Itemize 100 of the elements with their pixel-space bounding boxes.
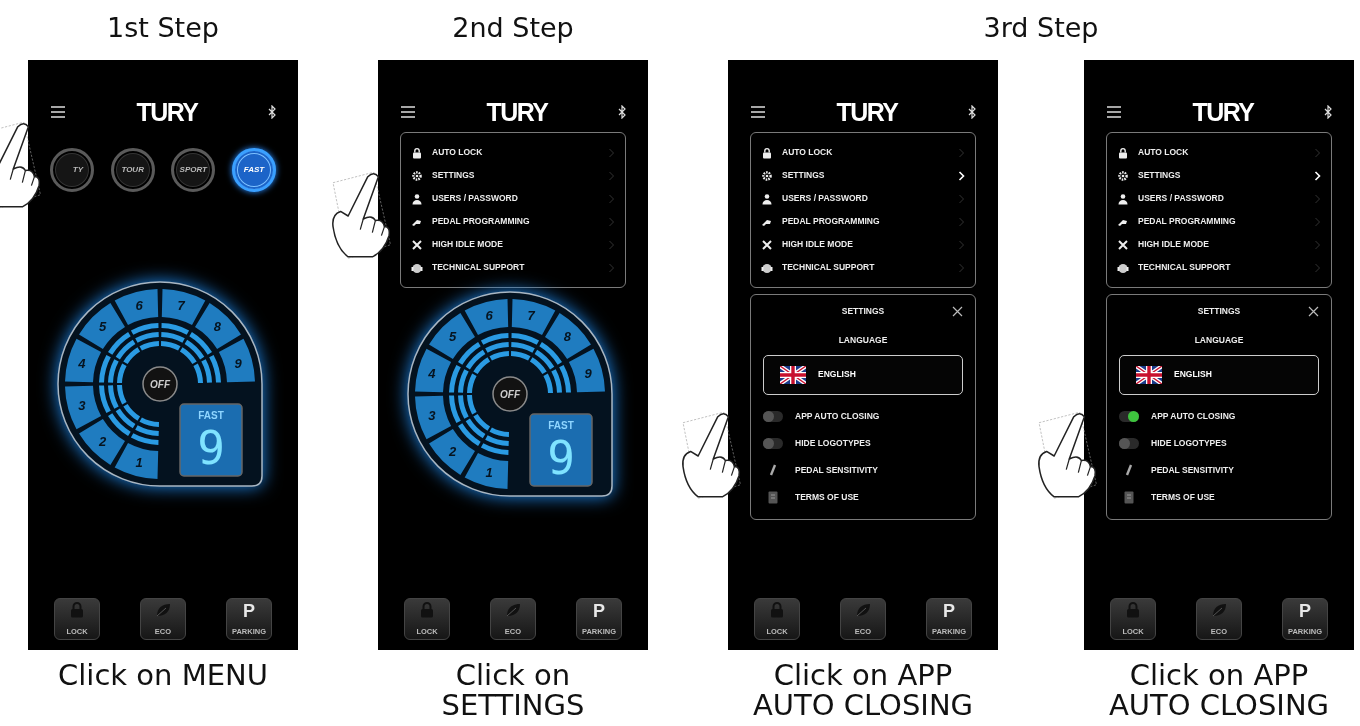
bluetooth-icon	[1324, 105, 1332, 119]
menu-item[interactable]: AUTO LOCK	[1138, 146, 1189, 159]
logo-text: TURY	[836, 99, 898, 125]
menu-item[interactable]: HIGH IDLE MODE	[782, 238, 853, 251]
caption: Click on APP AUTO CLOSING	[1107, 660, 1331, 721]
dial-number: 5	[449, 329, 457, 345]
document-icon	[1124, 490, 1134, 504]
menu-icon[interactable]	[750, 105, 766, 119]
flag-icon	[1136, 365, 1162, 384]
headset-icon	[1117, 261, 1129, 274]
setting-link[interactable]: TERMS OF USE	[795, 490, 859, 504]
pedal-icon	[769, 464, 777, 476]
menu-item[interactable]: TECHNICAL SUPPORT	[432, 261, 525, 274]
language-button[interactable]: ENGLISH	[763, 354, 963, 395]
bluetooth-icon	[268, 105, 276, 119]
dial-number: 4	[428, 365, 436, 381]
mode-button[interactable]: TOUR	[110, 148, 155, 192]
setting-link[interactable]: PEDAL SENSITIVITY	[1151, 463, 1234, 477]
menu-item[interactable]: AUTO LOCK	[782, 146, 833, 159]
menu-item[interactable]: SETTINGS	[432, 169, 475, 182]
setting-link[interactable]: PEDAL SENSITIVITY	[795, 463, 878, 477]
setting-label: APP AUTO CLOSING	[1151, 409, 1236, 423]
dial-number: 6	[485, 308, 493, 324]
toggle-switch[interactable]	[763, 410, 783, 422]
menu-item[interactable]: SETTINGS	[782, 169, 825, 182]
menu-item[interactable]: HIGH IDLE MODE	[432, 238, 503, 251]
bluetooth-icon	[968, 105, 976, 119]
menu-icon[interactable]	[1106, 105, 1122, 119]
caption: Click on MENU	[58, 660, 268, 691]
menu-item[interactable]: TECHNICAL SUPPORT	[782, 261, 875, 274]
lock-icon	[411, 146, 423, 159]
language-button[interactable]: ENGLISH	[1119, 354, 1319, 395]
panel-title: SETTINGS	[841, 305, 885, 318]
setting-label: HIDE LOGOTYPES	[795, 436, 871, 450]
gear-icon	[1117, 169, 1129, 182]
leaf-icon	[505, 602, 521, 618]
dial-number: 9	[234, 355, 242, 371]
logo-text: TURY	[1192, 99, 1254, 125]
menu-item[interactable]: USERS / PASSWORD	[1138, 192, 1224, 205]
user-icon	[1117, 192, 1129, 205]
menu-item[interactable]: SETTINGS	[1138, 169, 1181, 182]
bluetooth-icon	[618, 105, 626, 119]
display-digit: 9	[547, 431, 575, 485]
off-button[interactable]: OFF	[142, 366, 178, 402]
dial-number: 2	[99, 433, 107, 449]
display-mode-label: FAST	[548, 420, 574, 431]
dial-number: 3	[428, 407, 436, 423]
setting-label: APP AUTO CLOSING	[795, 409, 880, 423]
menu-item[interactable]: USERS / PASSWORD	[432, 192, 518, 205]
menu-item[interactable]: PEDAL PROGRAMMING	[432, 215, 530, 228]
headset-icon	[411, 261, 423, 274]
menu-icon[interactable]	[50, 105, 66, 119]
lock-icon	[1126, 602, 1140, 618]
headset-icon	[761, 261, 773, 274]
menu-item[interactable]: AUTO LOCK	[432, 146, 483, 159]
off-button[interactable]: OFF	[492, 376, 528, 412]
dial-number: 6	[135, 298, 143, 314]
gear-icon	[761, 169, 773, 182]
lock-icon	[761, 146, 773, 159]
flag-icon	[780, 365, 806, 384]
toggle-switch[interactable]	[763, 437, 783, 449]
caption: Click on APP AUTO CLOSING	[751, 660, 975, 721]
tools-icon	[411, 238, 423, 251]
logo-text: TURY	[486, 99, 548, 125]
setting-label: HIDE LOGOTYPES	[1151, 436, 1227, 450]
setting-link[interactable]: TERMS OF USE	[1151, 490, 1215, 504]
dial-number: 2	[449, 443, 457, 459]
close-icon[interactable]	[1308, 305, 1319, 317]
step-heading: 2nd Step	[451, 11, 575, 45]
toggle-switch[interactable]	[1119, 437, 1139, 449]
dial-number: 9	[584, 365, 592, 381]
tools-icon	[1117, 238, 1129, 251]
mode-button[interactable]: SPORT	[171, 148, 216, 192]
menu-icon[interactable]	[400, 105, 416, 119]
dial-number: 8	[563, 329, 571, 345]
menu-item[interactable]: PEDAL PROGRAMMING	[1138, 215, 1236, 228]
close-icon[interactable]	[952, 305, 963, 317]
caption: Click on SETTINGS	[440, 660, 586, 721]
pedal-icon	[1125, 464, 1133, 476]
leaf-icon	[155, 602, 171, 618]
menu-item[interactable]: USERS / PASSWORD	[782, 192, 868, 205]
display-mode-label: FAST	[198, 410, 224, 421]
lock-icon	[770, 602, 784, 618]
dial-number: 5	[99, 319, 107, 335]
lock-icon	[420, 602, 434, 618]
menu-item[interactable]: HIGH IDLE MODE	[1138, 238, 1209, 251]
display-digit: 9	[197, 421, 225, 475]
step-heading: 1st Step	[106, 11, 220, 45]
dial-number: 1	[485, 464, 493, 480]
menu-item[interactable]: PEDAL PROGRAMMING	[782, 215, 880, 228]
menu-item[interactable]: TECHNICAL SUPPORT	[1138, 261, 1231, 274]
mode-button[interactable]: FAST	[231, 148, 276, 192]
dial-number: 8	[213, 319, 221, 335]
logo-text: TURY	[136, 99, 198, 125]
dial-number: 3	[78, 397, 86, 413]
dial-number: 4	[78, 355, 86, 371]
panel-title: SETTINGS	[1197, 305, 1241, 318]
mode-button[interactable]: TY	[50, 148, 94, 192]
tools-icon	[761, 238, 773, 251]
toggle-switch[interactable]	[1119, 410, 1139, 422]
